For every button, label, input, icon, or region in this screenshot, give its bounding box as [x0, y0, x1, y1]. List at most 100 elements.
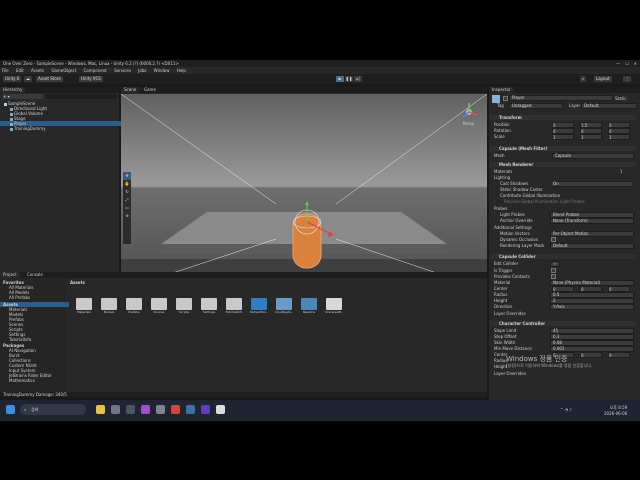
- file-explorer-icon[interactable]: [96, 405, 105, 414]
- asset-file[interactable]: InputSyste...: [275, 298, 293, 314]
- layout-dropdown[interactable]: Layout: [594, 76, 612, 82]
- windows-taskbar: ⌕ 검색 ⌃ ◔ ♪ 오후 8:59 2026-06-06: [0, 400, 640, 421]
- vcs-button[interactable]: Unity VCS: [79, 76, 103, 82]
- asset-file[interactable]: Readme: [300, 298, 318, 314]
- object-name-field[interactable]: Player: [509, 95, 613, 101]
- favorite-item[interactable]: All Prefabs: [0, 295, 30, 300]
- app-icon[interactable]: [141, 405, 150, 414]
- scale-x-field[interactable]: 1: [552, 134, 574, 140]
- asset-folder[interactable]: Prefabs: [125, 298, 143, 314]
- close-icon[interactable]: ✕: [634, 61, 637, 66]
- mesh-filter-header[interactable]: Capsule (Mesh Filter): [490, 146, 636, 151]
- package-item[interactable]: Mathematics: [0, 378, 35, 383]
- scale-z-field[interactable]: 1: [608, 134, 630, 140]
- lighting-label[interactable]: Lighting: [494, 175, 510, 180]
- windows-start-icon[interactable]: [6, 405, 15, 414]
- collider-direction-dropdown[interactable]: Y-Axis: [550, 304, 634, 310]
- menu-component[interactable]: Component: [84, 67, 107, 74]
- assets-tree-item[interactable]: TutorialInfo: [0, 337, 31, 342]
- app-icon[interactable]: [111, 405, 120, 414]
- provides-contacts-checkbox[interactable]: [551, 274, 556, 279]
- character-controller-header[interactable]: Character Controller: [490, 321, 636, 326]
- is-trigger-checkbox[interactable]: [551, 268, 556, 273]
- scene-viewport[interactable]: ✥ ✋ ↻ ⤢ ▭ ⊕ Persp ▦ ✥ ↻ ⤢ ▭ ⊕ ◎ ⊞ ⚙ ◐ ▤ …: [121, 94, 487, 290]
- asset-store-button[interactable]: Asset Store: [36, 76, 63, 82]
- edit-collider-icon[interactable]: ⊹: [550, 261, 560, 267]
- menu-assets[interactable]: Assets: [31, 67, 44, 74]
- asset-folder[interactable]: Scenes: [150, 298, 168, 314]
- taskbar-clock[interactable]: 오후 8:59 2026-06-06: [604, 405, 627, 416]
- anchor-override-field[interactable]: None (Transform): [550, 218, 634, 224]
- tab-hierarchy[interactable]: Hierarchy: [0, 87, 26, 93]
- controller-center-z[interactable]: 0: [608, 352, 630, 358]
- taskbar-search-box[interactable]: ⌕ 검색: [20, 404, 86, 415]
- menu-gameobject[interactable]: GameObject: [51, 67, 76, 74]
- tab-inspector[interactable]: Inspector: [489, 87, 514, 93]
- unity-hub-icon[interactable]: [156, 405, 165, 414]
- search-icon[interactable]: ⌕: [580, 76, 587, 82]
- asset-folder[interactable]: TutorialInfo: [225, 298, 243, 314]
- scale-y-field[interactable]: 1: [580, 134, 602, 140]
- asset-folder[interactable]: Materials: [75, 298, 93, 314]
- scene-orientation-gizmo[interactable]: Persp: [459, 101, 479, 126]
- tab-project[interactable]: Project: [0, 272, 20, 278]
- pause-button[interactable]: ❚❚: [345, 76, 353, 82]
- folder-icon: [126, 298, 142, 310]
- motion-vectors-dropdown[interactable]: Per Object Motion: [550, 231, 634, 237]
- rect-tool-icon[interactable]: ▭: [123, 204, 131, 212]
- app-icon[interactable]: [126, 405, 135, 414]
- tag-dropdown[interactable]: Untagged: [509, 103, 563, 109]
- visual-studio-icon[interactable]: [201, 405, 210, 414]
- play-button[interactable]: ▶: [336, 76, 344, 82]
- step-button[interactable]: ▸|: [354, 76, 362, 82]
- asset-file[interactable]: UniversalR...: [325, 298, 343, 314]
- capsule-collider-header[interactable]: Capsule Collider: [490, 254, 636, 259]
- asset-folder[interactable]: Models: [100, 298, 118, 314]
- main-toolbar: Unity 6 ☁ Asset Store Unity VCS ▶ ❚❚ ▸| …: [0, 74, 640, 84]
- menu-edit[interactable]: Edit: [16, 67, 24, 74]
- dynamic-occlusion-checkbox[interactable]: [551, 237, 556, 242]
- orientation-gizmo-drawing: [462, 103, 478, 118]
- probes-label[interactable]: Probes: [494, 206, 507, 211]
- hierarchy-search-input[interactable]: [46, 94, 116, 99]
- menu-window[interactable]: Window: [154, 67, 170, 74]
- menu-file[interactable]: File: [2, 67, 9, 74]
- unity-icon[interactable]: [216, 405, 225, 414]
- asset-folder[interactable]: Settings: [200, 298, 218, 314]
- collider-layer-overrides[interactable]: Layer Overrides: [494, 311, 526, 316]
- cloud-icon[interactable]: ☁: [24, 76, 32, 82]
- materials-label[interactable]: Materials: [494, 169, 512, 174]
- transform-tool-icon[interactable]: ⊕: [123, 212, 131, 220]
- mesh-renderer-header[interactable]: Mesh Renderer: [490, 162, 636, 167]
- static-label[interactable]: Static: [615, 96, 626, 101]
- account-button[interactable]: Unity 6: [3, 76, 22, 82]
- mesh-field[interactable]: Capsule: [552, 153, 634, 159]
- move-tool-icon[interactable]: ✥: [123, 172, 131, 180]
- tab-console[interactable]: Console: [24, 272, 46, 278]
- rotate-tool-icon[interactable]: ↻: [123, 188, 131, 196]
- active-checkbox[interactable]: [503, 96, 508, 101]
- scale-tool-icon[interactable]: ⤢: [123, 196, 131, 204]
- controller-center-y[interactable]: 0: [580, 352, 602, 358]
- additional-settings-label[interactable]: Additional Settings: [494, 225, 532, 230]
- settings-icon[interactable]: ⋮: [623, 76, 631, 82]
- cast-shadows-dropdown[interactable]: On: [550, 181, 634, 187]
- hand-tool-icon[interactable]: ✋: [123, 180, 131, 188]
- rendering-layer-dropdown[interactable]: Default: [550, 243, 634, 249]
- hierarchy-add-button[interactable]: + ▾: [3, 94, 43, 99]
- transform-header[interactable]: Transform: [490, 115, 636, 120]
- minimize-icon[interactable]: —: [616, 61, 620, 66]
- asset-folder[interactable]: Scripts: [175, 298, 193, 314]
- app-icon[interactable]: [171, 405, 180, 414]
- breadcrumb[interactable]: Assets: [70, 280, 85, 285]
- tray-icons[interactable]: ⌃ ◔ ♪: [560, 407, 572, 412]
- menu-jobs[interactable]: Jobs: [138, 67, 146, 74]
- maximize-icon[interactable]: ☐: [625, 61, 629, 66]
- asset-file[interactable]: DefaultVol...: [250, 298, 268, 314]
- hierarchy-item-dummy[interactable]: TrainingDummy: [0, 126, 129, 131]
- controller-layer-overrides[interactable]: Layer Overrides: [494, 371, 526, 376]
- menu-help[interactable]: Help: [177, 67, 186, 74]
- menu-services[interactable]: Services: [114, 67, 131, 74]
- layer-dropdown[interactable]: Default: [581, 103, 637, 109]
- steam-icon[interactable]: [186, 405, 195, 414]
